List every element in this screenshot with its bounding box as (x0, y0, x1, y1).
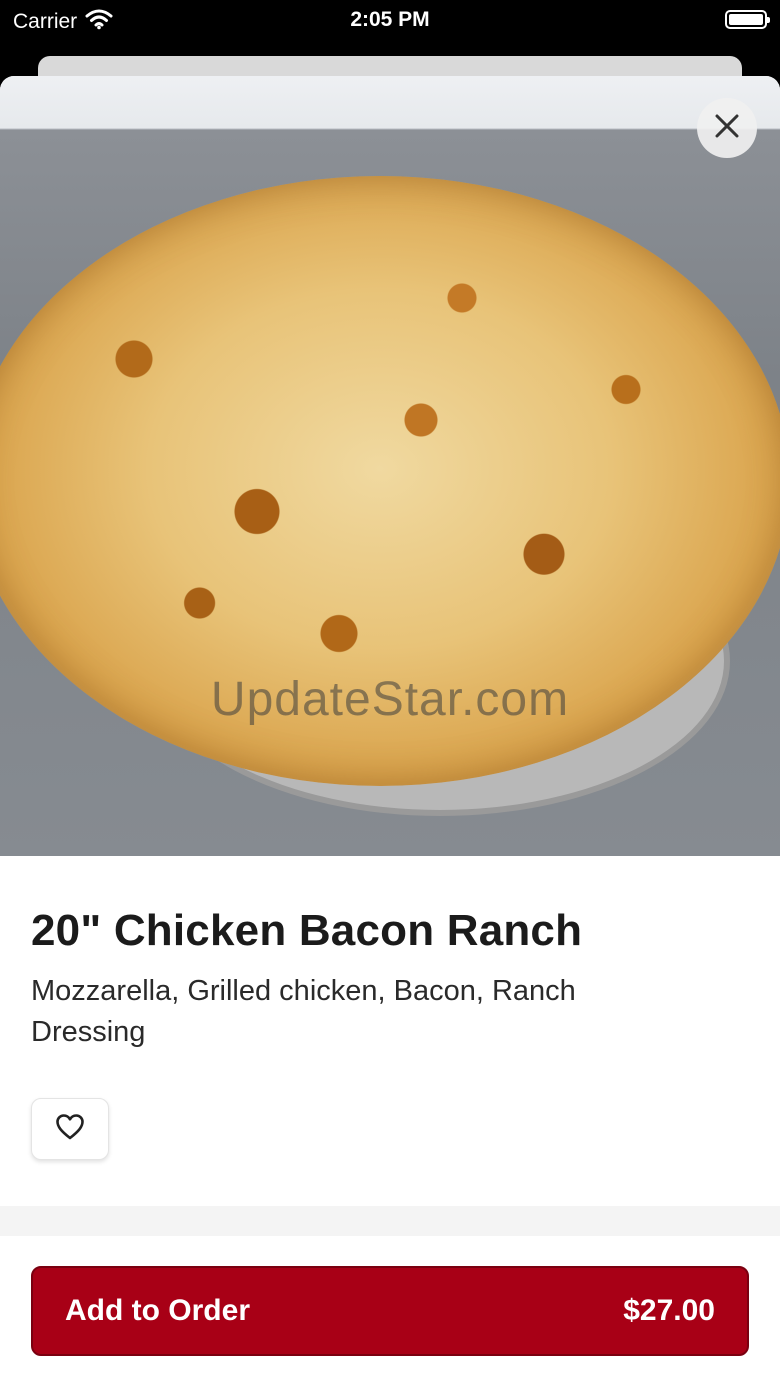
status-time: 2:05 PM (350, 8, 430, 31)
battery-full-icon (725, 10, 770, 29)
add-to-order-button[interactable]: Add to Order $27.00 (31, 1266, 749, 1356)
item-detail-sheet: UpdateStar.com 20" Chicken Bacon Ranch M… (0, 76, 780, 1387)
section-divider (0, 1206, 780, 1236)
item-title: 20" Chicken Bacon Ranch (31, 906, 583, 955)
status-bar: Carrier 2:05 PM (0, 0, 780, 56)
item-photo: UpdateStar.com (0, 76, 780, 856)
add-to-order-label: Add to Order (65, 1294, 250, 1327)
watermark-text: UpdateStar.com (210, 673, 570, 726)
close-icon (714, 113, 740, 144)
item-price: $27.00 (623, 1294, 715, 1327)
heart-outline-icon (55, 1113, 85, 1146)
item-description: Mozzarella, Grilled chicken, Bacon, Ranc… (31, 975, 576, 1048)
order-footer: Add to Order $27.00 (0, 1236, 780, 1387)
close-button[interactable] (697, 98, 757, 158)
favorite-button[interactable] (31, 1098, 109, 1160)
